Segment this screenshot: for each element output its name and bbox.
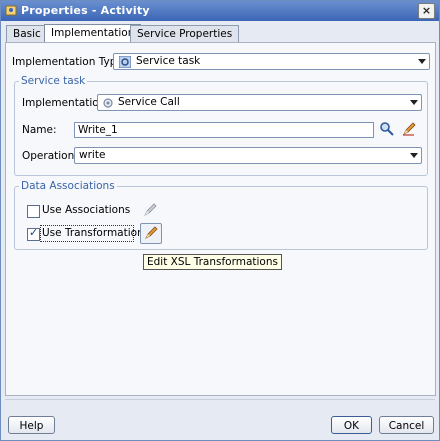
close-button[interactable]: × — [418, 3, 435, 19]
separator — [5, 399, 435, 400]
pencil-icon — [144, 203, 157, 216]
name-field[interactable]: Write_1 — [74, 122, 374, 138]
title-bar: Properties - Activity × — [1, 1, 439, 21]
implementation-type-value: Service task — [136, 55, 201, 67]
properties-dialog: Properties - Activity × Basic Implementa… — [0, 0, 440, 441]
chevron-down-icon — [410, 100, 418, 105]
gear-icon — [103, 98, 113, 108]
pencil-icon[interactable] — [401, 121, 417, 137]
tab-basic[interactable]: Basic — [6, 25, 48, 42]
implementation-label: Implementation: — [22, 97, 109, 109]
operation-select[interactable]: write — [74, 147, 422, 164]
gear-icon — [119, 56, 131, 68]
pencil-icon — [145, 226, 158, 239]
implementation-type-select[interactable]: Service task — [113, 53, 430, 70]
help-button[interactable]: Help — [8, 416, 55, 434]
service-task-legend: Service task — [19, 75, 88, 87]
implementation-type-label: Implementation Type: — [12, 56, 127, 68]
checkmark-icon: ✓ — [29, 226, 39, 239]
implementation-panel: Implementation Type: Service task Servic… — [5, 42, 436, 396]
tab-implementation[interactable]: Implementation — [44, 24, 142, 43]
use-associations-checkbox[interactable] — [27, 205, 40, 218]
cancel-button[interactable]: Cancel — [379, 416, 434, 434]
edit-xsl-button[interactable] — [140, 223, 162, 244]
name-value: Write_1 — [78, 124, 118, 136]
edit-xsl-tooltip: Edit XSL Transformations — [143, 254, 282, 270]
implementation-value: Service Call — [118, 96, 180, 108]
operation-value: write — [79, 149, 106, 161]
dialog-title: Properties - Activity — [21, 4, 150, 17]
ok-button[interactable]: OK — [331, 416, 372, 434]
operation-label: Operation: — [22, 150, 78, 162]
name-label: Name: — [22, 124, 57, 136]
properties-icon — [5, 5, 17, 16]
use-transformations-label[interactable]: Use Transformations — [42, 227, 149, 239]
data-associations-group: Data Associations Use Associations ✓ Use… — [14, 180, 428, 250]
data-associations-legend: Data Associations — [19, 180, 117, 192]
use-transformations-checkbox[interactable]: ✓ — [27, 226, 40, 241]
implementation-select[interactable]: Service Call — [97, 94, 422, 111]
chevron-down-icon — [418, 59, 426, 64]
tab-service-properties[interactable]: Service Properties — [130, 25, 240, 42]
chevron-down-icon — [410, 153, 418, 158]
search-icon[interactable] — [379, 121, 395, 137]
service-task-group: Service task Implementation: Service Cal… — [14, 75, 428, 176]
use-associations-label[interactable]: Use Associations — [42, 204, 130, 216]
